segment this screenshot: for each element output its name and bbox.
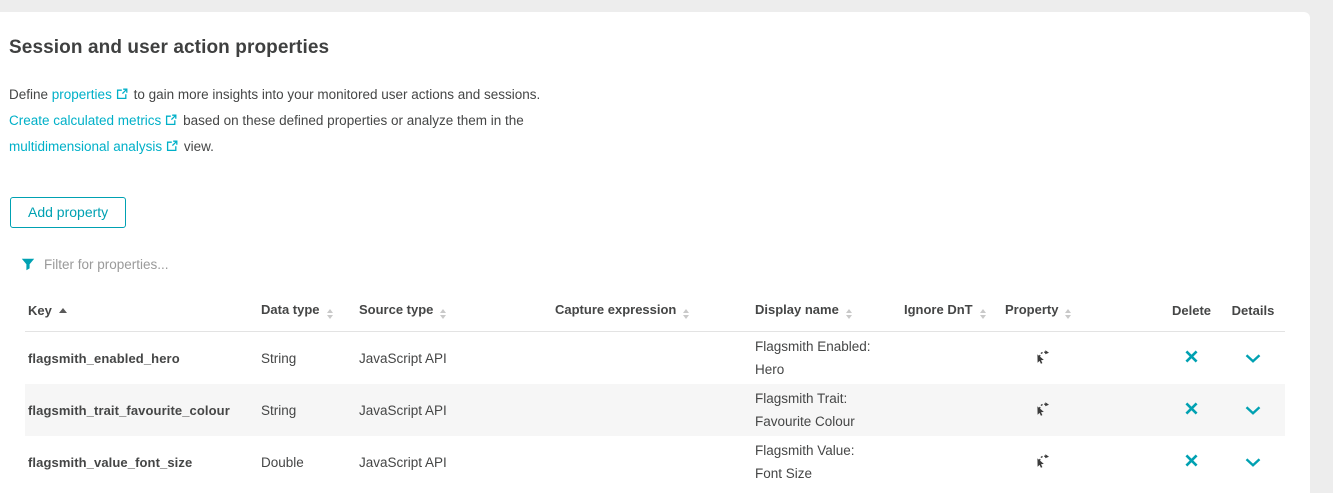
user-action-property-icon [1033,348,1050,365]
intro-text: Define [9,87,52,102]
calculated-metrics-link[interactable]: Create calculated metrics [9,113,161,128]
table-row: flagsmith_value_font_size Double JavaScr… [25,436,1285,488]
intro-text: to gain more insights into your monitore… [130,87,540,102]
property-data-type: String [261,332,359,385]
column-header-property[interactable]: Property [1005,296,1162,332]
property-capture-expression [555,332,755,385]
property-display-name: Flagsmith Enabled:Hero [755,332,904,385]
filter-bar [21,257,1310,272]
filter-properties-input[interactable] [44,257,464,272]
column-header-details: Details [1221,296,1285,332]
property-source-type: JavaScript API [359,384,555,436]
add-property-button[interactable]: Add property [10,197,126,228]
multidimensional-analysis-link[interactable]: multidimensional analysis [9,139,162,154]
column-header-delete: Delete [1162,296,1221,332]
delete-cell [1162,436,1221,488]
details-cell [1221,436,1285,488]
user-action-property-icon [1033,400,1050,417]
delete-x-icon[interactable] [1184,349,1199,364]
delete-cell [1162,332,1221,385]
chevron-down-icon[interactable] [1245,458,1261,467]
properties-table: Key Data type Source type Capture expres… [25,296,1285,488]
table-row: flagsmith_trait_favourite_colour String … [25,384,1285,436]
property-capture-expression [555,436,755,488]
property-key: flagsmith_trait_favourite_colour [25,384,261,436]
sort-both-icon [440,309,446,319]
sort-both-icon [846,309,852,319]
property-source-type: JavaScript API [359,436,555,488]
column-header-ignore-dnt[interactable]: Ignore DnT [904,296,1005,332]
chevron-down-icon[interactable] [1245,406,1261,415]
details-cell [1221,332,1285,385]
delete-x-icon[interactable] [1184,453,1199,468]
property-type-cell [1005,436,1162,488]
sort-both-icon [980,309,986,319]
property-type-cell [1005,332,1162,385]
sort-asc-icon [59,308,67,313]
chevron-down-icon[interactable] [1245,354,1261,363]
content-panel: Session and user action properties Defin… [0,12,1310,493]
column-header-data-type[interactable]: Data type [261,296,359,332]
property-ignore-dnt [904,332,1005,385]
sort-both-icon [683,309,689,319]
property-source-type: JavaScript API [359,332,555,385]
column-header-display-name[interactable]: Display name [755,296,904,332]
external-link-icon [165,109,177,134]
property-ignore-dnt [904,384,1005,436]
sort-both-icon [327,309,333,319]
property-ignore-dnt [904,436,1005,488]
property-type-cell [1005,384,1162,436]
property-data-type: String [261,384,359,436]
property-capture-expression [555,384,755,436]
delete-x-icon[interactable] [1184,401,1199,416]
property-display-name: Flagsmith Value:Font Size [755,436,904,488]
delete-cell [1162,384,1221,436]
details-cell [1221,384,1285,436]
column-header-key[interactable]: Key [25,296,261,332]
column-header-source-type[interactable]: Source type [359,296,555,332]
external-link-icon [116,83,128,108]
table-row: flagsmith_enabled_hero String JavaScript… [25,332,1285,385]
user-action-property-icon [1033,452,1050,469]
intro-text: based on these defined properties or ana… [179,113,523,128]
external-link-icon [166,135,178,160]
column-header-capture-expression[interactable]: Capture expression [555,296,755,332]
property-key: flagsmith_value_font_size [25,436,261,488]
table-header-row: Key Data type Source type Capture expres… [25,296,1285,332]
filter-funnel-icon [21,258,35,271]
property-display-name: Flagsmith Trait:Favourite Colour [755,384,904,436]
property-data-type: Double [261,436,359,488]
sort-both-icon [1065,309,1071,319]
property-key: flagsmith_enabled_hero [25,332,261,385]
intro-text: view. [180,139,214,154]
properties-link[interactable]: properties [52,87,112,102]
intro-paragraph: Define properties to gain more insights … [9,82,1310,160]
page-title: Session and user action properties [9,37,1310,59]
